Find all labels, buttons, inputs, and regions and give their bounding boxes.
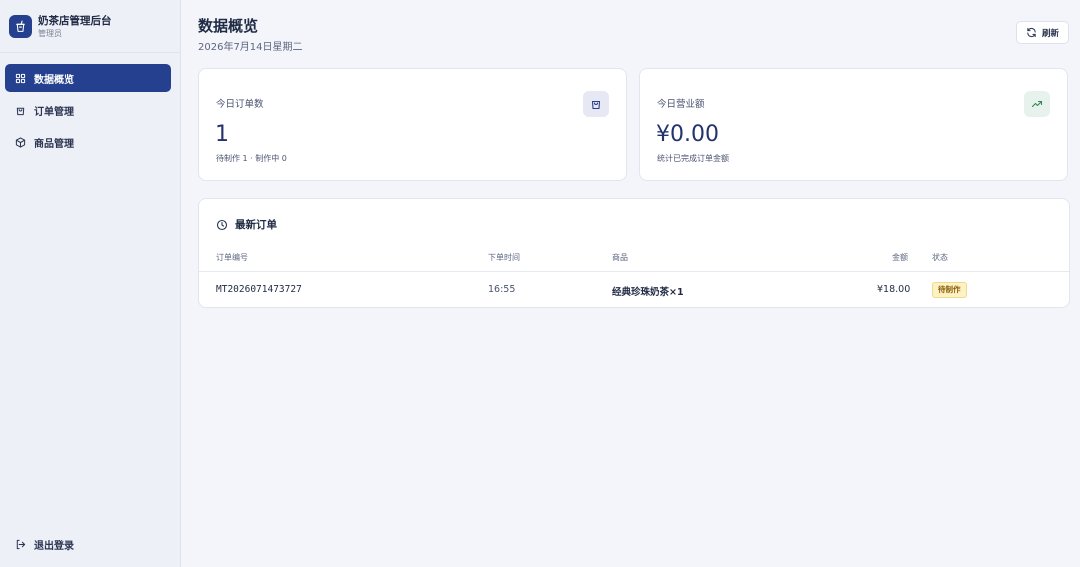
cup-icon — [9, 14, 32, 38]
sidebar-item-label: 数据概览 — [34, 74, 74, 86]
clock-icon — [216, 219, 228, 231]
order-items: 经典珍珠奶茶×1 — [612, 287, 684, 298]
order-amount: ¥18.00 — [877, 284, 911, 295]
sidebar-item-overview[interactable]: 数据概览 — [5, 64, 171, 92]
stat-label: 今日营业额 — [657, 99, 705, 110]
page-title: 数据概览 — [198, 17, 259, 35]
logout-button[interactable]: 退出登录 — [5, 531, 171, 557]
sidebar-item-products[interactable]: 商品管理 — [5, 128, 171, 156]
box-icon — [14, 136, 26, 148]
refresh-button[interactable]: 刷新 — [1016, 21, 1069, 44]
stat-value: 1 — [215, 122, 229, 147]
stat-card-orders: 今日订单数 1 待制作 1 · 制作中 0 — [198, 68, 627, 181]
column-header-amount: 金额 — [892, 253, 908, 262]
column-header-time: 下单时间 — [488, 253, 520, 262]
app-title: 奶茶店管理后台 — [38, 14, 112, 27]
grid-icon — [14, 72, 26, 84]
order-time: 16:55 — [488, 284, 516, 295]
stat-note: 统计已完成订单金额 — [657, 154, 729, 163]
page-date: 2026年7月14日星期二 — [198, 42, 303, 53]
status-badge: 待制作 — [932, 282, 967, 298]
orders-header: 最新订单 — [216, 217, 277, 232]
sidebar-item-label: 订单管理 — [34, 106, 74, 118]
user-role: 管理员 — [38, 28, 62, 38]
stat-note: 待制作 1 · 制作中 0 — [216, 154, 287, 163]
sidebar-item-label: 商品管理 — [34, 138, 74, 150]
sidebar: 奶茶店管理后台 管理员 数据概览 订单管理 商品管理 退出登录 — [0, 0, 181, 567]
trending-up-icon — [1024, 91, 1050, 117]
column-header-status: 状态 — [932, 253, 948, 262]
bag-icon — [14, 104, 26, 116]
brand: 奶茶店管理后台 管理员 — [0, 0, 180, 53]
column-header-items: 商品 — [612, 253, 628, 262]
stat-label: 今日订单数 — [216, 99, 264, 110]
stat-card-revenue: 今日营业额 ¥0.00 统计已完成订单金额 — [639, 68, 1068, 181]
shopping-bag-icon — [583, 91, 609, 117]
refresh-label: 刷新 — [1041, 28, 1059, 39]
refresh-icon — [1026, 27, 1037, 38]
latest-orders-card: 最新订单 订单编号 下单时间 商品 金额 状态 MT2026071473727 … — [198, 198, 1070, 308]
logout-label: 退出登录 — [34, 540, 74, 552]
order-id[interactable]: MT2026071473727 — [216, 284, 302, 295]
stat-value: ¥0.00 — [656, 122, 719, 147]
logout-icon — [14, 538, 26, 550]
orders-title: 最新订单 — [235, 219, 277, 231]
sidebar-nav: 数据概览 订单管理 商品管理 — [0, 53, 180, 156]
column-header-id: 订单编号 — [216, 253, 248, 262]
sidebar-item-orders[interactable]: 订单管理 — [5, 96, 171, 124]
main-content: 数据概览 2026年7月14日星期二 刷新 今日订单数 1 待制作 1 · 制作… — [181, 0, 1080, 567]
table-divider — [199, 271, 1069, 272]
